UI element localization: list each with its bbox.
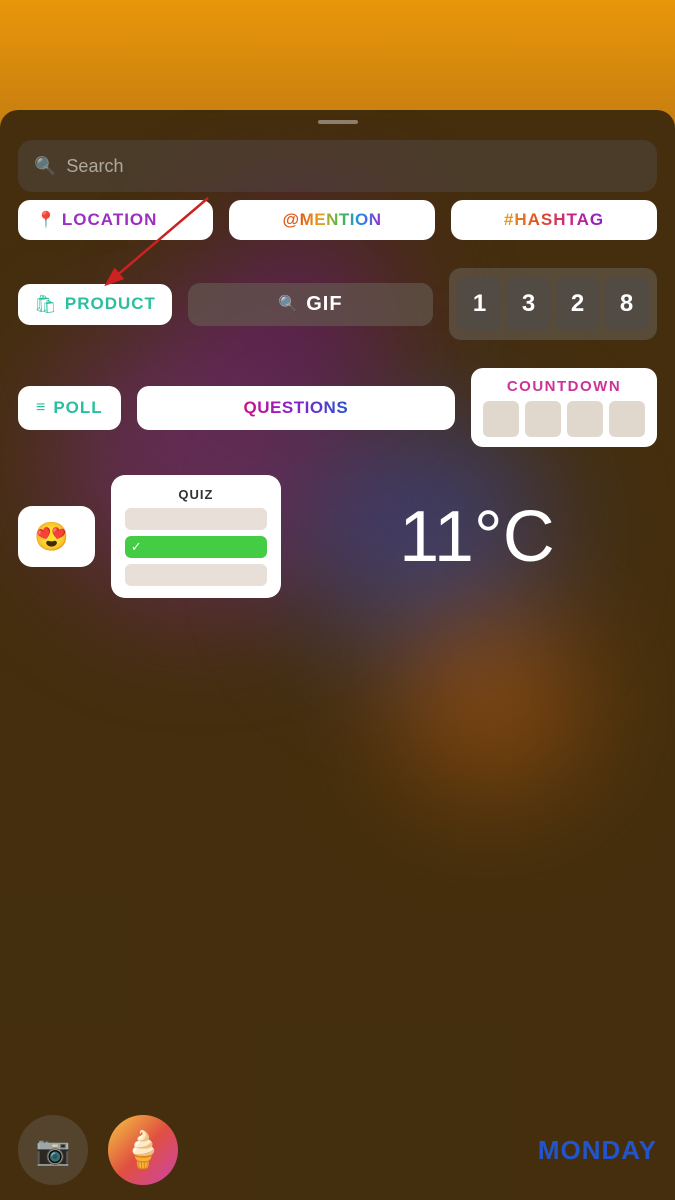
- digit-3: 2: [555, 278, 600, 330]
- sticker-row-4: 😍 QUIZ ✓ 11°C: [18, 475, 657, 598]
- sticker-quiz[interactable]: QUIZ ✓: [111, 475, 281, 598]
- sticker-location[interactable]: 📍 LOCATION: [18, 200, 213, 240]
- sticker-time-display[interactable]: 1 3 2 8: [449, 268, 657, 340]
- sticker-emoji-slider[interactable]: 😍: [18, 506, 95, 567]
- monday-label: MONDAY: [538, 1135, 657, 1166]
- digit-2: 3: [506, 278, 551, 330]
- digit-1: 1: [457, 278, 502, 330]
- sticker-row-1: 📍 LOCATION @MENTION #HASHTAG: [18, 200, 657, 240]
- countdown-label: COUNTDOWN: [507, 378, 621, 395]
- temperature-value: 11°C: [399, 496, 555, 578]
- poll-label: POLL: [53, 398, 102, 418]
- bottom-sheet: 🔍 Search 📍 LOCATION @MENTION #HASHTAG 🛍: [0, 110, 675, 1200]
- gif-search-icon: 🔍: [278, 294, 298, 314]
- bottom-icons-row: 📷 🍦 MONDAY: [0, 1100, 675, 1200]
- location-label: LOCATION: [62, 210, 158, 230]
- quiz-option-correct: ✓: [125, 536, 267, 558]
- quiz-option-1: [125, 508, 267, 530]
- sticker-poll[interactable]: ≡ POLL: [18, 386, 121, 430]
- countdown-boxes: [483, 401, 645, 437]
- sticker-countdown[interactable]: COUNTDOWN: [471, 368, 657, 447]
- sticker-product[interactable]: 🛍 PRODUCT: [18, 284, 172, 325]
- sticker-mention[interactable]: @MENTION: [229, 200, 435, 240]
- quiz-label: QUIZ: [125, 487, 267, 502]
- countdown-box-4: [609, 401, 645, 437]
- digit-4: 8: [604, 278, 649, 330]
- sticker-temperature[interactable]: 11°C: [297, 496, 657, 578]
- drag-handle: [318, 120, 358, 124]
- heart-eyes-emoji: 😍: [34, 520, 69, 553]
- bottom-icon-camera[interactable]: 📷: [18, 1115, 88, 1185]
- bg-blob-4: [400, 610, 580, 790]
- search-icon: 🔍: [34, 156, 56, 177]
- top-bar: [0, 0, 675, 120]
- countdown-box-1: [483, 401, 519, 437]
- mention-label: @MENTION: [283, 210, 382, 230]
- countdown-box-3: [567, 401, 603, 437]
- search-placeholder: Search: [66, 156, 123, 177]
- search-bar[interactable]: 🔍 Search: [18, 140, 657, 192]
- product-label: PRODUCT: [65, 294, 156, 314]
- countdown-box-2: [525, 401, 561, 437]
- location-pin-icon: 📍: [36, 210, 56, 230]
- sticker-questions[interactable]: QUESTIONS: [137, 386, 455, 430]
- stickers-grid: 📍 LOCATION @MENTION #HASHTAG 🛍 PRODUCT 🔍…: [0, 200, 675, 598]
- hashtag-label: #HASHTAG: [504, 210, 604, 230]
- check-icon: ✓: [131, 539, 142, 555]
- camera-icon: 📷: [36, 1134, 71, 1167]
- product-bag-icon: 🛍: [34, 294, 57, 315]
- avatar-icon: 🍦: [121, 1129, 166, 1171]
- questions-label: QUESTIONS: [244, 398, 349, 418]
- sticker-row-2: 🛍 PRODUCT 🔍 GIF 1 3 2 8: [18, 268, 657, 340]
- bottom-icon-avatar[interactable]: 🍦: [108, 1115, 178, 1185]
- sticker-gif[interactable]: 🔍 GIF: [188, 283, 433, 326]
- sticker-hashtag[interactable]: #HASHTAG: [451, 200, 657, 240]
- sticker-row-3: ≡ POLL QUESTIONS COUNTDOWN: [18, 368, 657, 447]
- gif-label: GIF: [306, 293, 342, 316]
- poll-lines-icon: ≡: [36, 399, 45, 417]
- quiz-option-3: [125, 564, 267, 586]
